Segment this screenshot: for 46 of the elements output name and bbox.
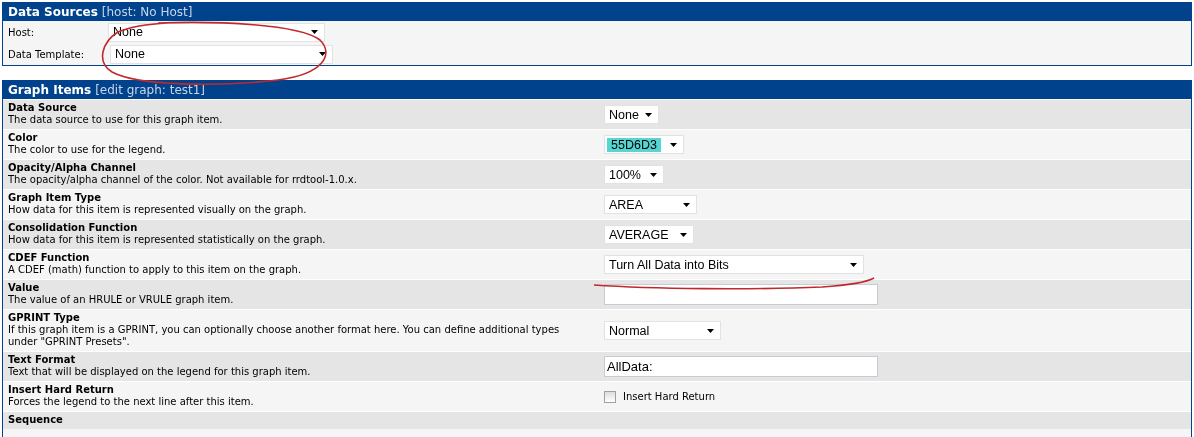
input-field[interactable]: [604, 284, 878, 305]
panel-header: Data Sources [host: No Host]: [3, 3, 1191, 21]
caret-icon: [670, 142, 677, 147]
dropdown[interactable]: Normal: [604, 321, 721, 340]
field-description: The opacity/alpha channel of the color. Not available for rrdtool-1.0.x.: [8, 174, 358, 186]
field-title: Data Source: [8, 102, 78, 114]
caret-icon: [850, 262, 857, 267]
field-description: A CDEF (math) function to apply to this item on the graph.: [8, 264, 303, 276]
dropdown[interactable]: 100%: [604, 165, 664, 184]
caret-icon: [311, 30, 318, 34]
caret-icon: [680, 232, 687, 237]
caret-icon: [707, 328, 714, 333]
field-description: If this graph item is a GPRINT, you can optionally choose another format here. You can define additional types under "GPRINT Presets".: [8, 324, 561, 348]
caret-icon: [645, 112, 652, 117]
checkbox-label: Insert Hard Return: [623, 391, 716, 402]
field-title: CDEF Function: [8, 252, 91, 264]
field-description: Forces the legend to the next line after this item.: [8, 396, 255, 408]
field-title: Sequence: [8, 414, 64, 426]
dropdown[interactable]: Turn All Data into Bits: [604, 255, 864, 274]
input-field[interactable]: AllData:: [604, 356, 878, 377]
caret-icon: [319, 52, 326, 56]
field-description: How data for this item is represented statistically on the graph.: [8, 234, 327, 246]
caret-icon: [650, 172, 657, 177]
field-description: The data source to use for this graph item.: [8, 114, 224, 126]
field-title: GPRINT Type: [8, 312, 81, 324]
field-title: Consolidation Function: [8, 222, 139, 234]
field-description: Text that will be displayed on the legend for this graph item.: [8, 366, 312, 378]
dropdown[interactable]: None: [604, 105, 659, 124]
field-description: The value of an HRULE or VRULE graph item.: [8, 294, 235, 306]
dropdown[interactable]: AREA: [604, 195, 697, 214]
checkbox[interactable]: [604, 390, 616, 403]
field-description: The color to use for the legend.: [8, 144, 167, 156]
dropdown[interactable]: None: [110, 44, 333, 64]
field-title: Graph Item Type: [8, 192, 102, 204]
color-dropdown[interactable]: 55D6D3: [604, 135, 684, 154]
field-label: Data Template:: [8, 48, 86, 60]
field-title: Insert Hard Return: [8, 384, 115, 396]
field-label: Host:: [8, 26, 36, 38]
dropdown[interactable]: AVERAGE: [604, 225, 694, 244]
field-title: Color: [8, 132, 39, 144]
field-title: Value: [8, 282, 41, 294]
field-description: How data for this item is represented visually on the graph.: [8, 204, 308, 216]
field-title: Opacity/Alpha Channel: [8, 162, 138, 174]
field-title: Text Format: [8, 354, 77, 366]
caret-icon: [683, 202, 690, 207]
panel-header: Graph Items [edit graph: test1]: [3, 81, 1191, 99]
